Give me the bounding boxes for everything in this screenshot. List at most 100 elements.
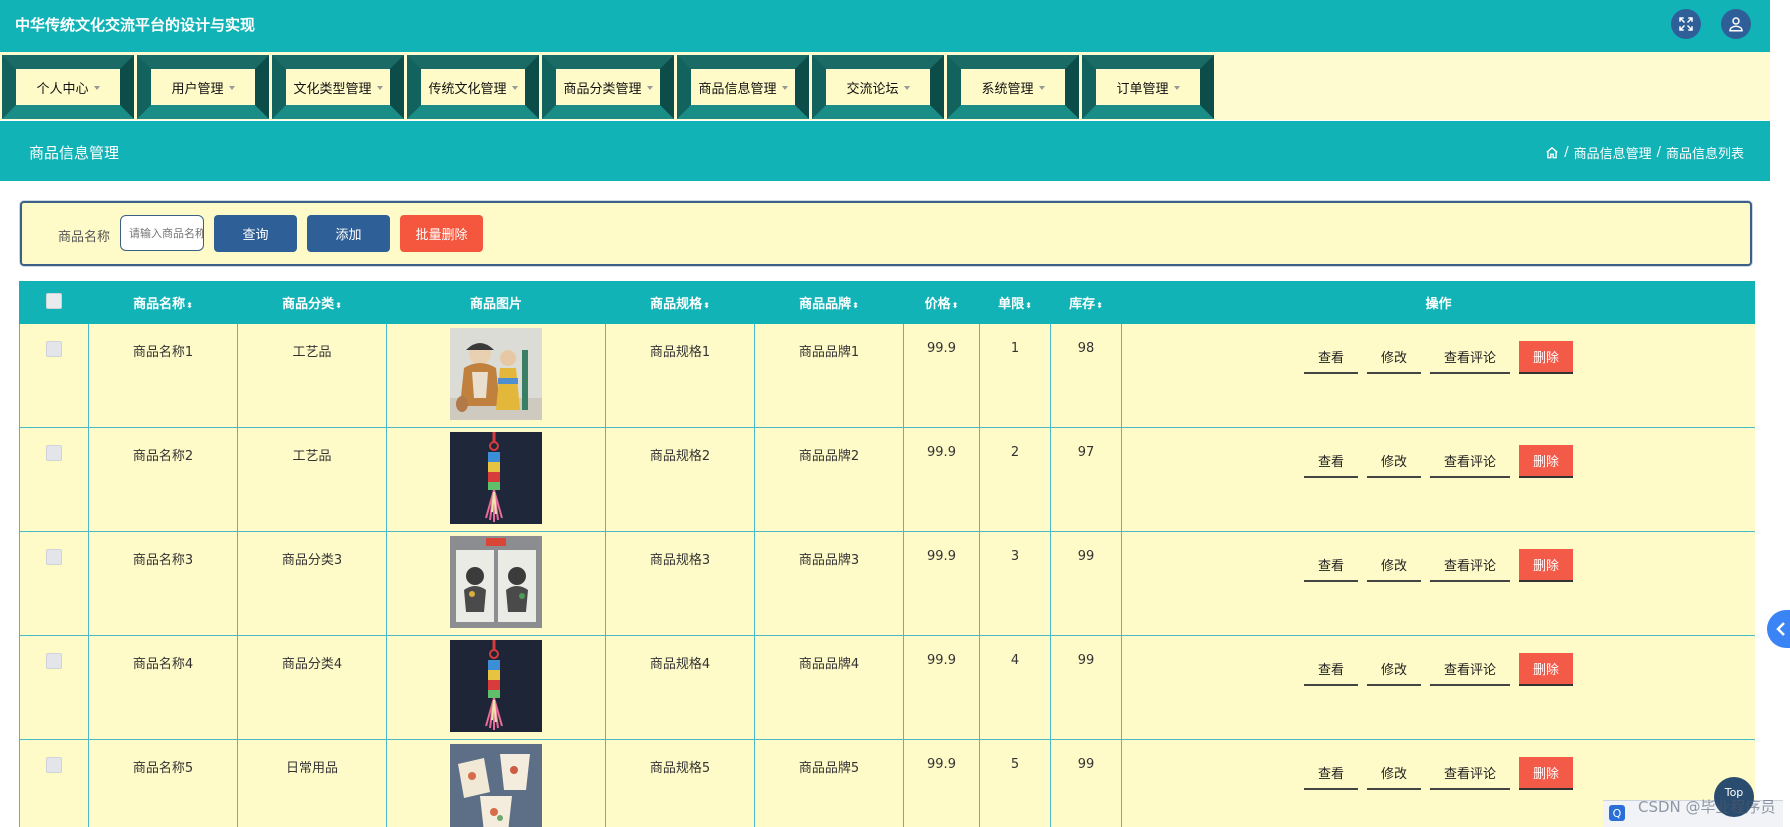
column-header-spec[interactable]: 商品规格⬍ (605, 281, 755, 324)
view-button[interactable]: 查看 (1303, 757, 1358, 790)
cell-stock: 99 (1050, 739, 1122, 827)
product-image-porcelain-cups[interactable] (450, 744, 542, 827)
delete-button[interactable]: 删除 (1519, 757, 1574, 790)
app-title: 中华传统文化交流平台的设计与实现 (15, 16, 256, 34)
fullscreen-icon (1679, 17, 1693, 31)
row-checkbox[interactable] (46, 653, 62, 669)
cell-spec: 商品规格4 (605, 635, 755, 740)
edit-button[interactable]: 修改 (1366, 757, 1421, 790)
table-row: 商品名称5 日常用品 商品规格5 商品品牌5 99.9 5 99 查看 修改 查… (19, 739, 1755, 827)
sort-icon: ⬍ (1096, 301, 1103, 310)
cell-stock: 98 (1050, 323, 1122, 428)
column-header-image: 商品图片 (386, 281, 606, 324)
row-checkbox[interactable] (46, 445, 62, 461)
view-button[interactable]: 查看 (1303, 445, 1358, 478)
product-name-search-input[interactable] (120, 215, 204, 251)
cell-brand: 商品品牌2 (754, 427, 904, 532)
cell-category: 工艺品 (237, 323, 387, 428)
edit-button[interactable]: 修改 (1366, 549, 1421, 582)
edit-button[interactable]: 修改 (1366, 341, 1421, 374)
add-button[interactable]: 添加 (307, 215, 390, 252)
cell-spec: 商品规格3 (605, 531, 755, 636)
product-image-chinese-knot[interactable] (450, 432, 542, 524)
column-header-category[interactable]: 商品分类⬍ (237, 281, 387, 324)
view-comments-button[interactable]: 查看评论 (1430, 549, 1511, 582)
row-checkbox[interactable] (46, 341, 62, 357)
column-header-limit[interactable]: 单限⬍ (979, 281, 1051, 324)
breadcrumb: / 商品信息管理 / 商品信息列表 (1545, 143, 1744, 162)
cell-stock: 99 (1050, 635, 1122, 740)
cell-price: 99.9 (903, 635, 980, 740)
menu-item-culture-type-management[interactable]: 文化类型管理 (272, 55, 404, 119)
column-header-brand[interactable]: 商品品牌⬍ (754, 281, 904, 324)
cell-price: 99.9 (903, 739, 980, 827)
product-image-paper-cut-prints[interactable] (450, 536, 542, 628)
cell-limit: 2 (979, 427, 1051, 532)
cell-category: 商品分类3 (237, 531, 387, 636)
product-image-clay-figurines[interactable] (450, 328, 542, 420)
menu-item-order-management[interactable]: 订单管理 (1082, 55, 1214, 119)
view-button[interactable]: 查看 (1303, 341, 1358, 374)
search-panel: 商品名称 查询 添加 批量删除 (20, 201, 1752, 266)
edit-button[interactable]: 修改 (1366, 653, 1421, 686)
delete-button[interactable]: 删除 (1519, 549, 1574, 582)
table-row: 商品名称1 工艺品 商品规格1 商品品牌1 99.9 1 98 查看 修改 查看… (19, 323, 1755, 428)
menu-item-personal-center[interactable]: 个人中心 (2, 55, 134, 119)
menu-item-system-management[interactable]: 系统管理 (947, 55, 1079, 119)
menu-item-user-management[interactable]: 用户管理 (137, 55, 269, 119)
row-checkbox[interactable] (46, 549, 62, 565)
cell-price: 99.9 (903, 427, 980, 532)
menu-item-product-category-management[interactable]: 商品分类管理 (542, 55, 674, 119)
top-header: 中华传统文化交流平台的设计与实现 (0, 0, 1790, 52)
table-row: 商品名称2 工艺品 商品规格2 商品品牌2 99.9 2 97 查看 修改 查看… (19, 427, 1755, 532)
view-comments-button[interactable]: 查看评论 (1430, 341, 1511, 374)
user-icon (1729, 17, 1743, 32)
cell-category: 日常用品 (237, 739, 387, 827)
column-header-name[interactable]: 商品名称⬍ (88, 281, 238, 324)
view-button[interactable]: 查看 (1303, 653, 1358, 686)
view-button[interactable]: 查看 (1303, 549, 1358, 582)
home-icon[interactable] (1545, 146, 1559, 160)
caret-down-icon (511, 85, 518, 90)
cell-name: 商品名称1 (88, 323, 238, 428)
delete-button[interactable]: 删除 (1519, 445, 1574, 478)
sort-icon: ⬍ (335, 301, 342, 310)
row-checkbox[interactable] (46, 757, 62, 773)
cell-stock: 99 (1050, 531, 1122, 636)
edit-button[interactable]: 修改 (1366, 445, 1421, 478)
menu-item-traditional-culture-management[interactable]: 传统文化管理 (407, 55, 539, 119)
select-all-checkbox[interactable] (46, 292, 62, 309)
fullscreen-button[interactable] (1671, 9, 1701, 39)
menu-item-product-info-management[interactable]: 商品信息管理 (677, 55, 809, 119)
column-header-actions: 操作 (1121, 281, 1755, 324)
sort-icon: ⬍ (852, 301, 859, 310)
view-comments-button[interactable]: 查看评论 (1430, 653, 1511, 686)
delete-button[interactable]: 删除 (1519, 653, 1574, 686)
menu-item-forum[interactable]: 交流论坛 (812, 55, 944, 119)
cell-image (386, 531, 606, 636)
caret-down-icon (646, 85, 653, 90)
cell-image (386, 739, 606, 827)
cell-actions: 查看 修改 查看评论 删除 (1121, 531, 1755, 636)
user-button[interactable] (1721, 9, 1751, 39)
caret-down-icon (1038, 85, 1045, 90)
cell-actions: 查看 修改 查看评论 删除 (1121, 323, 1755, 428)
column-header-stock[interactable]: 库存⬍ (1050, 281, 1122, 324)
product-image-chinese-knot[interactable] (450, 640, 542, 732)
view-comments-button[interactable]: 查看评论 (1430, 757, 1511, 790)
caret-down-icon (93, 85, 100, 90)
view-comments-button[interactable]: 查看评论 (1430, 445, 1511, 478)
cell-limit: 5 (979, 739, 1051, 827)
delete-button[interactable]: 删除 (1519, 341, 1574, 374)
cell-brand: 商品品牌3 (754, 531, 904, 636)
column-header-price[interactable]: 价格⬍ (903, 281, 980, 324)
select-all-cell (19, 281, 89, 324)
main-menu: 个人中心 用户管理 文化类型管理 传统文化管理 商品分类管理 商品信息管理 交流… (0, 52, 1790, 120)
query-button[interactable]: 查询 (214, 215, 297, 252)
breadcrumb-item-product-list: 商品信息列表 (1665, 147, 1744, 162)
cell-image (386, 323, 606, 428)
cell-spec: 商品规格1 (605, 323, 755, 428)
sort-icon: ⬍ (703, 301, 710, 310)
breadcrumb-item-product-info[interactable]: 商品信息管理 (1574, 143, 1652, 162)
batch-delete-button[interactable]: 批量删除 (400, 215, 483, 252)
